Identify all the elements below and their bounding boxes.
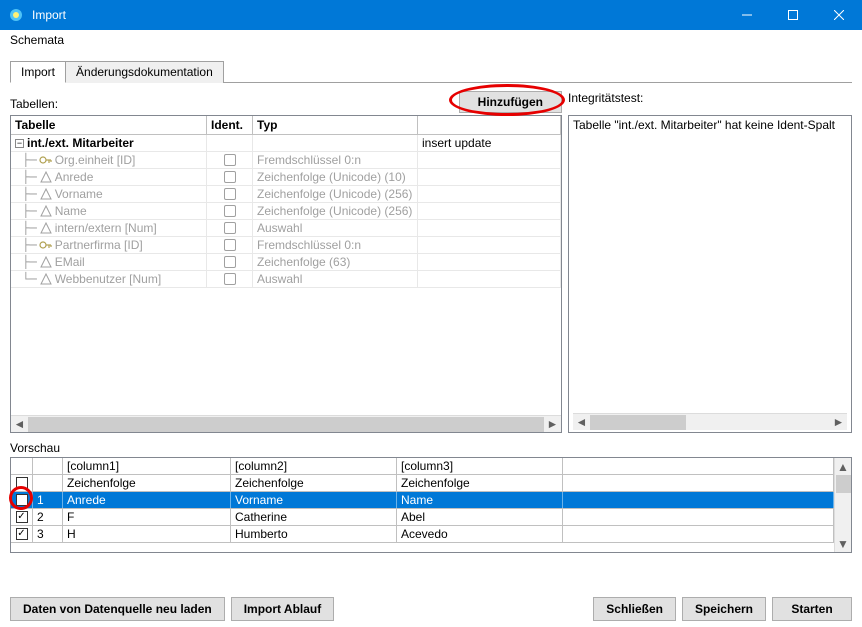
close-button[interactable]	[816, 0, 862, 30]
titlebar: Import	[0, 0, 862, 30]
menubar: Schemata	[0, 30, 862, 50]
preview-vscroll[interactable]: ▲ ▼	[834, 458, 851, 552]
ident-checkbox[interactable]	[224, 222, 236, 234]
preview-row[interactable]: ✓2FCatherineAbel	[11, 509, 834, 526]
ident-checkbox[interactable]	[224, 256, 236, 268]
preview-box: [column1][column2][column3]ZeichenfolgeZ…	[10, 457, 852, 553]
row-checkbox[interactable]: ✓	[16, 511, 28, 523]
integ-hscroll[interactable]: ◄ ►	[573, 413, 847, 430]
ident-checkbox[interactable]	[224, 205, 236, 217]
import-ablauf-button[interactable]: Import Ablauf	[231, 597, 335, 621]
integ-label: Integritätstest:	[568, 91, 852, 113]
column-icon	[39, 170, 53, 184]
row-checkbox[interactable]	[16, 477, 28, 489]
tabellen-grid: Tabelle Ident. Typ −int./ext. Mitarbeite…	[10, 115, 562, 433]
preview-row[interactable]: ✓3HHumbertoAcevedo	[11, 526, 834, 543]
col-ident[interactable]: Ident.	[207, 116, 253, 134]
scroll-left-icon[interactable]: ◄	[573, 414, 590, 431]
preview-row[interactable]: 1AnredeVornameName	[11, 492, 834, 509]
tree-item[interactable]: ├─VornameZeichenfolge (Unicode) (256)	[11, 186, 561, 203]
col-typ[interactable]: Typ	[253, 116, 418, 134]
ident-checkbox[interactable]	[224, 188, 236, 200]
tab-import[interactable]: Import	[10, 61, 66, 83]
ident-checkbox[interactable]	[224, 154, 236, 166]
bottom-bar: Daten von Datenquelle neu laden Import A…	[10, 597, 852, 621]
tree-item[interactable]: ├─NameZeichenfolge (Unicode) (256)	[11, 203, 561, 220]
column-icon	[39, 221, 53, 235]
minimize-button[interactable]	[724, 0, 770, 30]
menu-schemata[interactable]: Schemata	[6, 31, 68, 49]
tree-item[interactable]: ├─AnredeZeichenfolge (Unicode) (10)	[11, 169, 561, 186]
row-checkbox[interactable]	[16, 494, 28, 506]
scroll-left-icon[interactable]: ◄	[11, 416, 28, 433]
schliessen-button[interactable]: Schließen	[593, 597, 676, 621]
window-title: Import	[32, 8, 724, 22]
key-icon	[39, 238, 53, 252]
tabellen-hscroll[interactable]: ◄ ►	[11, 415, 561, 432]
preview-col1: [column1]	[63, 458, 231, 474]
maximize-button[interactable]	[770, 0, 816, 30]
ident-checkbox[interactable]	[224, 273, 236, 285]
preview-header: [column1][column2][column3]	[11, 458, 834, 475]
tree-root: int./ext. Mitarbeiter	[27, 136, 134, 150]
tree-item[interactable]: ├─Partnerfirma [ID]Fremdschlüssel 0:n	[11, 237, 561, 254]
tree-item[interactable]: ├─Org.einheit [ID]Fremdschlüssel 0:n	[11, 152, 561, 169]
scroll-up-icon[interactable]: ▲	[835, 458, 851, 475]
tabellen-label: Tabellen:	[10, 97, 459, 113]
column-icon	[39, 272, 53, 286]
hinzufuegen-button[interactable]: Hinzufügen	[459, 91, 562, 113]
integ-box: Tabelle "int./ext. Mitarbeiter" hat kein…	[568, 115, 852, 433]
col-tabelle[interactable]: Tabelle	[11, 116, 207, 134]
ident-checkbox[interactable]	[224, 239, 236, 251]
preview-col2: [column2]	[231, 458, 397, 474]
vorschau-label: Vorschau	[10, 441, 852, 455]
speichern-button[interactable]: Speichern	[682, 597, 766, 621]
starten-button[interactable]: Starten	[772, 597, 852, 621]
integ-text: Tabelle "int./ext. Mitarbeiter" hat kein…	[573, 118, 847, 413]
preview-row[interactable]: ZeichenfolgeZeichenfolgeZeichenfolge	[11, 475, 834, 492]
daten-neu-button[interactable]: Daten von Datenquelle neu laden	[10, 597, 225, 621]
row-checkbox[interactable]: ✓	[16, 528, 28, 540]
col-extra[interactable]	[418, 116, 561, 134]
tree-root-row[interactable]: −int./ext. Mitarbeiterinsert update	[11, 135, 561, 152]
ident-checkbox[interactable]	[224, 171, 236, 183]
tab-aenderung[interactable]: Änderungsdokumentation	[65, 61, 224, 83]
tree-item[interactable]: ├─EMailZeichenfolge (63)	[11, 254, 561, 271]
app-icon	[8, 7, 24, 23]
column-icon	[39, 204, 53, 218]
tree-item[interactable]: └─Webbenutzer [Num]Auswahl	[11, 271, 561, 288]
scroll-right-icon[interactable]: ►	[830, 414, 847, 431]
scroll-right-icon[interactable]: ►	[544, 416, 561, 433]
column-icon	[39, 187, 53, 201]
column-icon	[39, 255, 53, 269]
scroll-down-icon[interactable]: ▼	[835, 535, 851, 552]
preview-col3: [column3]	[397, 458, 563, 474]
tabstrip: Import Änderungsdokumentation	[10, 60, 852, 83]
tree-item[interactable]: ├─intern/extern [Num]Auswahl	[11, 220, 561, 237]
key-icon	[39, 153, 53, 167]
